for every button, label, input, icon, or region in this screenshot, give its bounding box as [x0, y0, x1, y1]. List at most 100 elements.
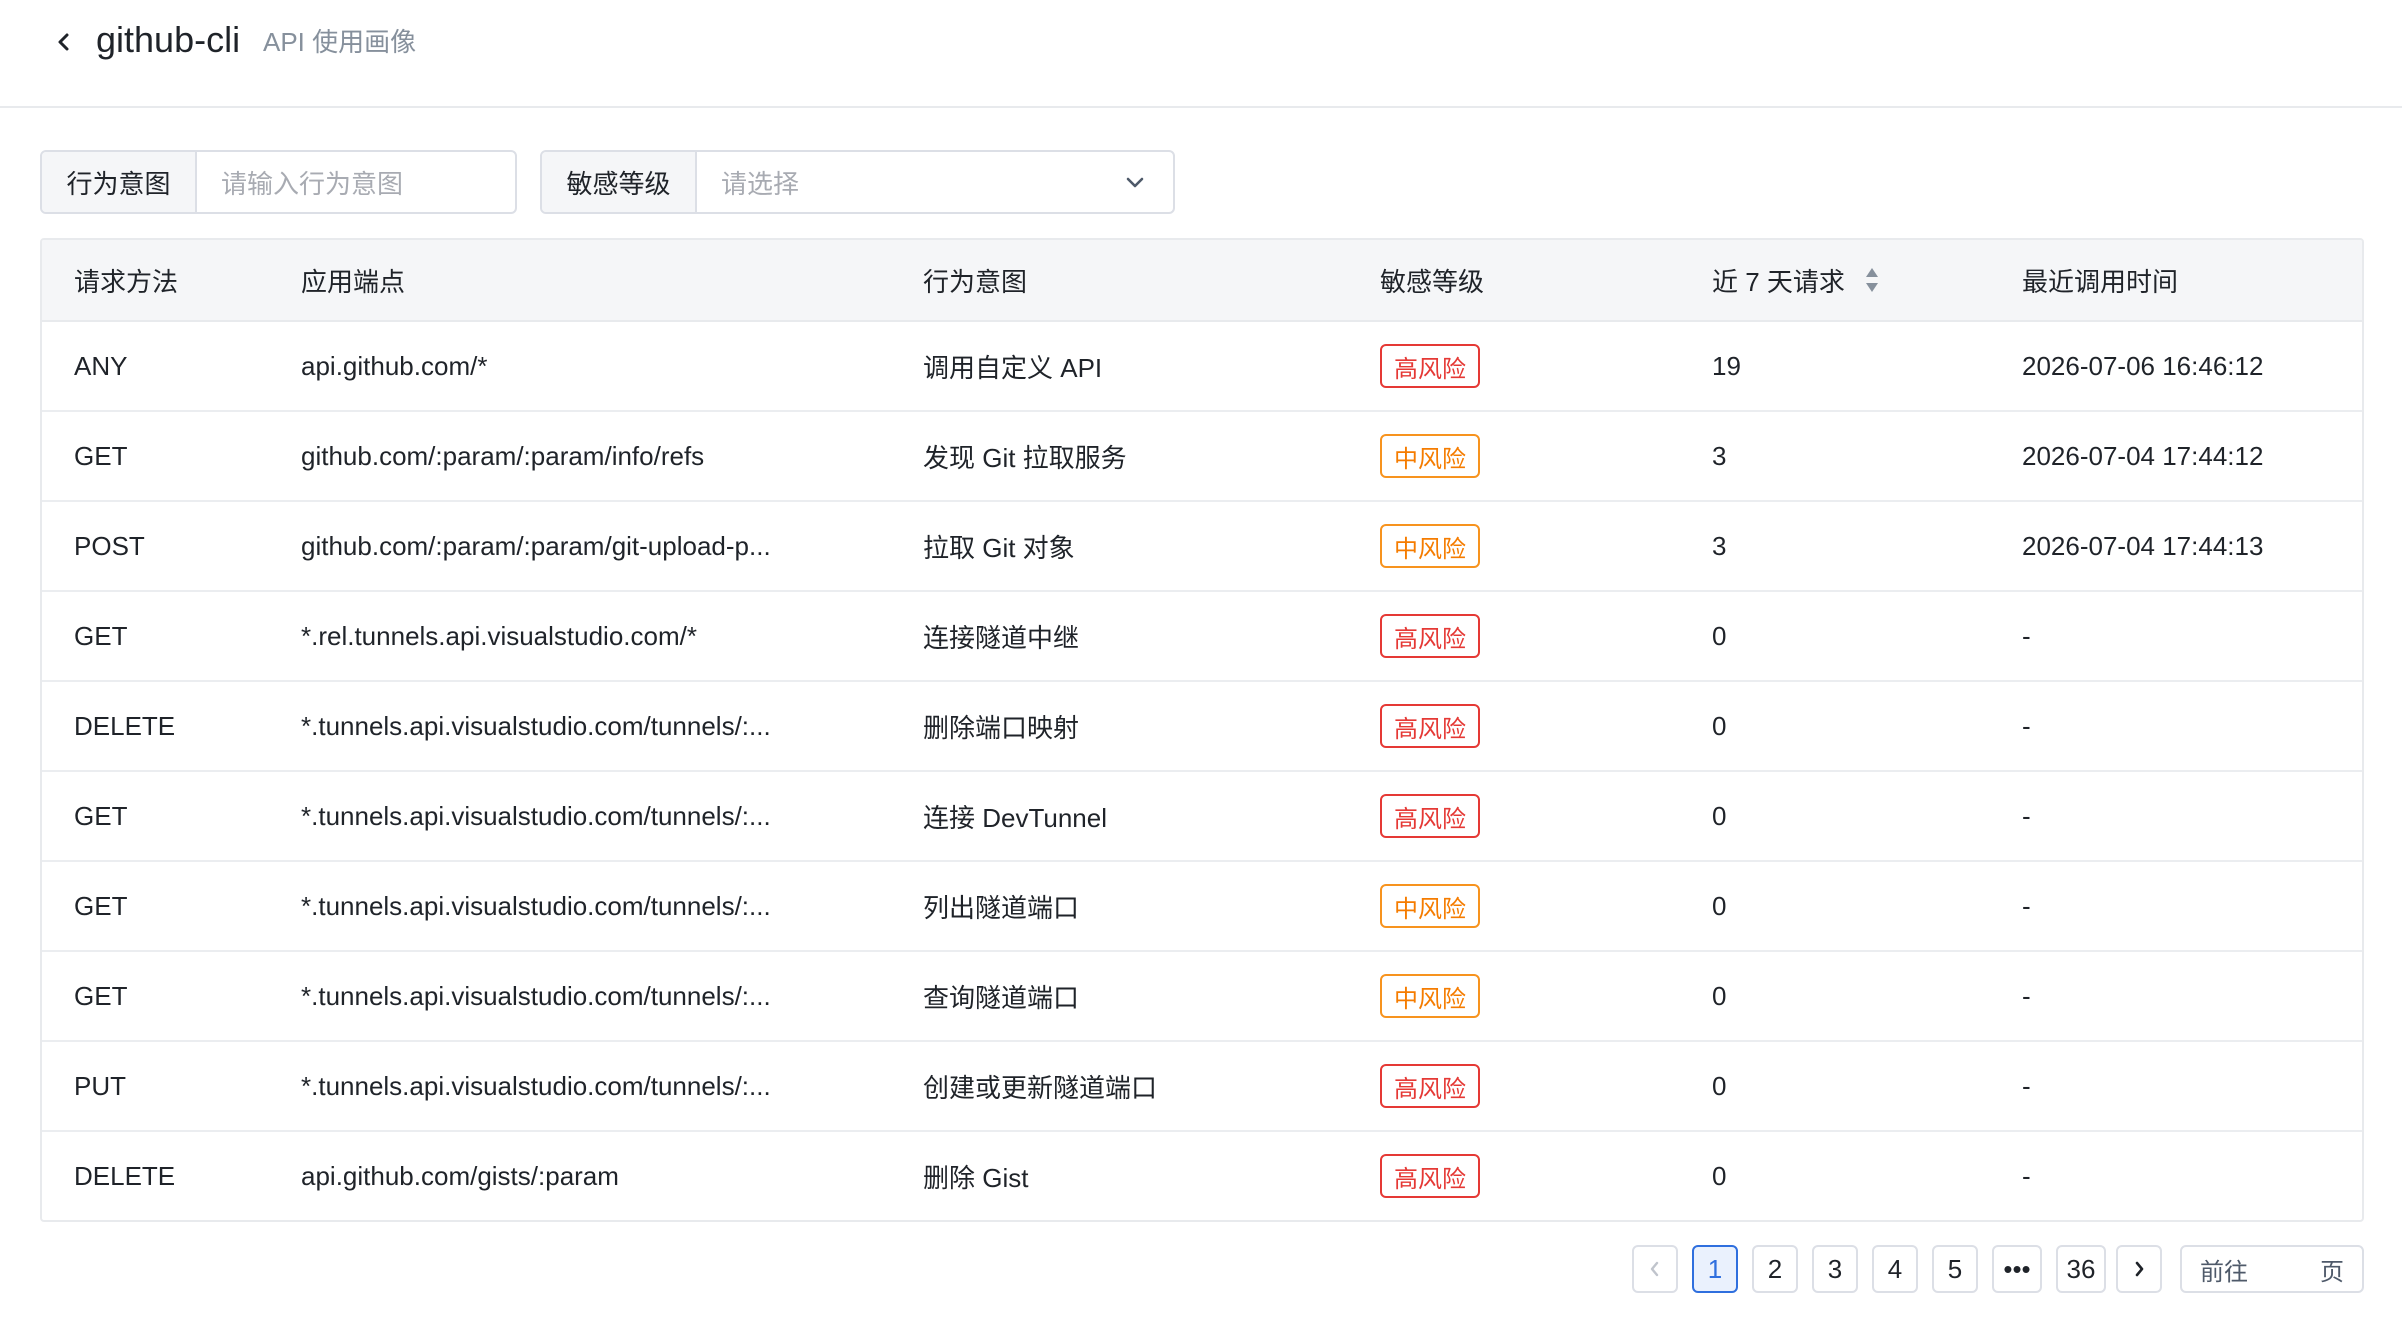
cell-method: GET — [74, 440, 128, 471]
cell-intent: 连接 DevTunnel — [923, 802, 1107, 833]
table-row: DELETE api.github.com/gists/:param 删除 Gist… — [42, 1132, 2362, 1220]
risk-badge: 高风险 — [1380, 1064, 1480, 1108]
back-button[interactable] — [44, 22, 84, 62]
cell-intent: 发现 Git 拉取服务 — [923, 442, 1127, 473]
risk-badge: 高风险 — [1380, 614, 1480, 658]
column-header-time: 最近调用时间 — [2022, 266, 2179, 297]
page-subtitle: API 使用画像 — [263, 27, 417, 57]
cell-time: 2026-07-04 17:44:12 — [2022, 440, 2264, 471]
cell-endpoint: *.tunnels.api.visualstudio.com/tunnels/:… — [301, 800, 771, 831]
next-page-button[interactable] — [2116, 1245, 2162, 1293]
cell-count: 0 — [1712, 1070, 1727, 1101]
cell-time: 2026-07-06 16:46:12 — [2022, 350, 2264, 381]
risk-badge: 中风险 — [1380, 524, 1480, 568]
cell-time: - — [2022, 890, 2031, 921]
cell-intent: 调用自定义 API — [923, 352, 1103, 383]
column-header-endpoint: 应用端点 — [301, 266, 406, 297]
cell-count: 0 — [1712, 890, 1727, 921]
cell-endpoint: api.github.com/* — [301, 350, 488, 381]
risk-badge: 高风险 — [1380, 1154, 1480, 1198]
cell-intent: 删除 Gist — [923, 1162, 1029, 1193]
cell-time: 2026-07-04 17:44:13 — [2022, 530, 2264, 561]
cell-level: 中风险 — [1380, 502, 1480, 590]
goto-suffix: 页 — [2320, 1258, 2344, 1286]
risk-badge: 中风险 — [1380, 974, 1480, 1018]
table-row: POST github.com/:param/:param/git-upload-… — [42, 502, 2362, 592]
cell-count: 3 — [1712, 530, 1727, 561]
prev-page-button[interactable] — [1632, 1245, 1678, 1293]
cell-count: 3 — [1712, 440, 1727, 471]
column-header-method: 请求方法 — [74, 266, 179, 297]
cell-level: 高风险 — [1380, 322, 1480, 410]
table-row: ANY api.github.com/* 调用自定义 API 高风险 19 2026-07… — [42, 322, 2362, 412]
cell-intent: 拉取 Git 对象 — [923, 532, 1075, 563]
goto-prefix: 前往 — [2200, 1258, 2248, 1286]
cell-method: GET — [74, 890, 128, 921]
cell-intent: 连接隧道中继 — [923, 622, 1080, 653]
cell-endpoint: *.tunnels.api.visualstudio.com/tunnels/:… — [301, 1070, 771, 1101]
table-row: GET *.rel.tunnels.api.visualstudio.com/* 连… — [42, 592, 2362, 682]
cell-time: - — [2022, 1070, 2031, 1101]
risk-badge: 中风险 — [1380, 434, 1480, 478]
page-3-button[interactable]: 3 — [1812, 1245, 1858, 1293]
cell-method: ANY — [74, 350, 128, 381]
page-1-button[interactable]: 1 — [1692, 1245, 1738, 1293]
cell-endpoint: *.tunnels.api.visualstudio.com/tunnels/:… — [301, 980, 771, 1011]
goto-page-input[interactable]: 前往 页 — [2180, 1245, 2364, 1293]
cell-level: 高风险 — [1380, 592, 1480, 680]
cell-method: PUT — [74, 1070, 126, 1101]
intent-filter-input[interactable]: 请输入行为意图 — [197, 152, 515, 212]
cell-level: 高风险 — [1380, 772, 1480, 860]
more-pages-button[interactable]: ••• — [1992, 1245, 2042, 1293]
cell-level: 中风险 — [1380, 952, 1480, 1040]
cell-intent: 创建或更新隧道端口 — [923, 1072, 1158, 1103]
table-row: GET *.tunnels.api.visualstudio.com/tunnel… — [42, 862, 2362, 952]
level-filter-select[interactable]: 请选择 — [697, 152, 1173, 212]
table-row: DELETE *.tunnels.api.visualstudio.com/tun… — [42, 682, 2362, 772]
page-2-button[interactable]: 2 — [1752, 1245, 1798, 1293]
cell-time: - — [2022, 1160, 2031, 1191]
chevron-left-icon — [1650, 1261, 1659, 1277]
level-filter: 敏感等级 请选择 — [540, 150, 1175, 214]
risk-badge: 高风险 — [1380, 344, 1480, 388]
sort-icon[interactable] — [1863, 265, 1881, 295]
cell-method: GET — [74, 980, 128, 1011]
cell-intent: 删除端口映射 — [923, 712, 1080, 743]
page-header: github-cli API 使用画像 — [0, 0, 2402, 108]
page-4-button[interactable]: 4 — [1872, 1245, 1918, 1293]
cell-count: 0 — [1712, 800, 1727, 831]
cell-endpoint: github.com/:param/:param/info/refs — [301, 440, 705, 471]
cell-count: 19 — [1712, 350, 1741, 381]
cell-intent: 查询隧道端口 — [923, 982, 1080, 1013]
cell-endpoint: *.rel.tunnels.api.visualstudio.com/* — [301, 620, 697, 651]
cell-level: 高风险 — [1380, 1042, 1480, 1130]
api-table: 请求方法 应用端点 行为意图 敏感等级 近 7 天请求 最近调用时间 ANY ap… — [40, 238, 2364, 1222]
cell-count: 0 — [1712, 620, 1727, 651]
chevron-down-icon[interactable] — [1123, 170, 1147, 194]
chevron-left-icon — [58, 33, 69, 51]
cell-time: - — [2022, 980, 2031, 1011]
cell-level: 中风险 — [1380, 862, 1480, 950]
cell-endpoint: api.github.com/gists/:param — [301, 1160, 619, 1191]
page-5-button[interactable]: 5 — [1932, 1245, 1978, 1293]
intent-filter: 行为意图 请输入行为意图 — [40, 150, 517, 214]
cell-method: GET — [74, 800, 128, 831]
column-header-level: 敏感等级 — [1380, 266, 1485, 297]
cell-count: 0 — [1712, 710, 1727, 741]
cell-endpoint: *.tunnels.api.visualstudio.com/tunnels/:… — [301, 710, 771, 741]
chevron-right-icon — [2135, 1261, 2144, 1277]
cell-level: 高风险 — [1380, 682, 1480, 770]
risk-badge: 高风险 — [1380, 704, 1480, 748]
column-header-count[interactable]: 近 7 天请求 — [1712, 240, 1881, 320]
cell-endpoint: *.tunnels.api.visualstudio.com/tunnels/:… — [301, 890, 771, 921]
risk-badge: 中风险 — [1380, 884, 1480, 928]
cell-method: GET — [74, 620, 128, 651]
column-header-intent: 行为意图 — [923, 266, 1028, 297]
risk-badge: 高风险 — [1380, 794, 1480, 838]
table-row: GET *.tunnels.api.visualstudio.com/tunnel… — [42, 772, 2362, 862]
cell-count: 0 — [1712, 980, 1727, 1011]
page-36-button[interactable]: 36 — [2056, 1245, 2106, 1293]
intent-filter-label: 行为意图 — [42, 152, 197, 212]
table-row: PUT *.tunnels.api.visualstudio.com/tunnel… — [42, 1042, 2362, 1132]
cell-method: POST — [74, 530, 145, 561]
